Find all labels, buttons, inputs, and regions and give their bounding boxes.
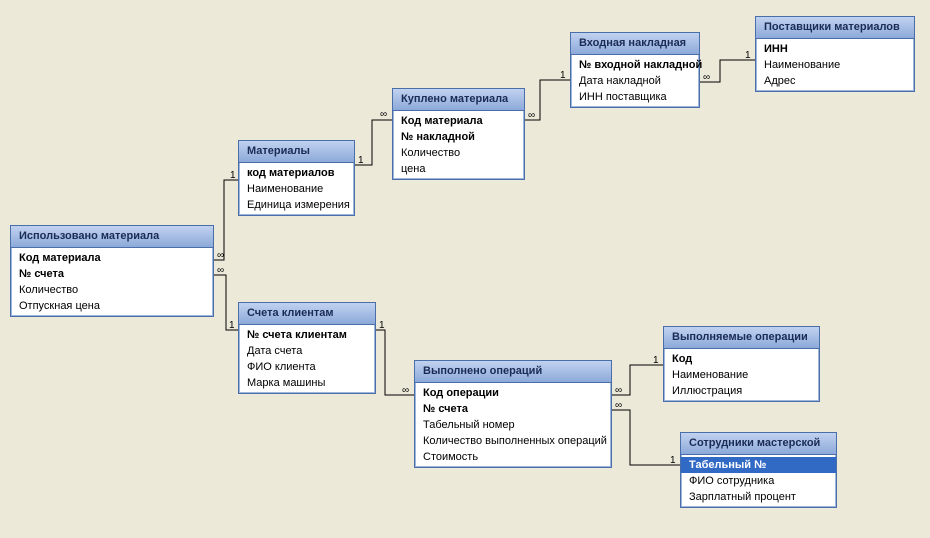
table-row[interactable]: код материалов xyxy=(239,165,354,181)
table-row[interactable]: Дата накладной xyxy=(571,73,699,89)
table-row[interactable]: Стоимость xyxy=(415,449,611,465)
table-incoming-invoice[interactable]: Входная накладная № входной накладной Да… xyxy=(570,32,700,108)
table-row[interactable]: Код xyxy=(664,351,819,367)
table-row[interactable]: № счета xyxy=(11,266,213,282)
table-title: Выполняемые операции xyxy=(664,327,819,349)
table-title: Входная накладная xyxy=(571,33,699,55)
table-used-material[interactable]: Использовано материала Код материала № с… xyxy=(10,225,214,317)
card-1: 1 xyxy=(745,50,751,61)
table-row[interactable]: Табельный номер xyxy=(415,417,611,433)
table-row[interactable]: Количество xyxy=(11,282,213,298)
table-row[interactable]: Количество xyxy=(393,145,524,161)
table-materials[interactable]: Материалы код материалов Наименование Ед… xyxy=(238,140,355,216)
table-row[interactable]: Иллюстрация xyxy=(664,383,819,399)
table-workshop-staff[interactable]: Сотрудники мастерской Табельный № ФИО со… xyxy=(680,432,837,508)
table-body: код материалов Наименование Единица изме… xyxy=(239,163,354,215)
table-performed-operations[interactable]: Выполнено операций Код операции № счета … xyxy=(414,360,612,468)
table-row[interactable]: Табельный № xyxy=(681,457,836,473)
card-1: 1 xyxy=(358,155,364,166)
table-row[interactable]: ФИО сотрудника xyxy=(681,473,836,489)
table-row[interactable]: Код материала xyxy=(11,250,213,266)
table-body: Код операции № счета Табельный номер Кол… xyxy=(415,383,611,467)
table-title: Куплено материала xyxy=(393,89,524,111)
table-row[interactable]: цена xyxy=(393,161,524,177)
table-row[interactable]: Код материала xyxy=(393,113,524,129)
table-title: Выполнено операций xyxy=(415,361,611,383)
table-row[interactable]: Адрес xyxy=(756,73,914,89)
card-inf: ∞ xyxy=(217,265,224,276)
card-inf: ∞ xyxy=(615,400,622,411)
table-row[interactable]: Наименование xyxy=(239,181,354,197)
table-title: Поставщики материалов xyxy=(756,17,914,39)
table-suppliers[interactable]: Поставщики материалов ИНН Наименование А… xyxy=(755,16,915,92)
card-inf: ∞ xyxy=(615,385,622,396)
table-row[interactable]: ИНН поставщика xyxy=(571,89,699,105)
table-body: № счета клиентам Дата счета ФИО клиента … xyxy=(239,325,375,393)
table-bought-material[interactable]: Куплено материала Код материала № наклад… xyxy=(392,88,525,180)
table-row[interactable]: Единица измерения xyxy=(239,197,354,213)
card-1: 1 xyxy=(230,170,236,181)
table-body: Табельный № ФИО сотрудника Зарплатный пр… xyxy=(681,455,836,507)
table-client-accounts[interactable]: Счета клиентам № счета клиентам Дата сче… xyxy=(238,302,376,394)
table-body: Код материала № накладной Количество цен… xyxy=(393,111,524,179)
table-row[interactable]: Дата счета xyxy=(239,343,375,359)
table-row[interactable]: № накладной xyxy=(393,129,524,145)
table-row[interactable]: № входной накладной xyxy=(571,57,699,73)
table-title: Счета клиентам xyxy=(239,303,375,325)
table-row[interactable]: ИНН xyxy=(756,41,914,57)
table-row[interactable]: № счета xyxy=(415,401,611,417)
card-inf: ∞ xyxy=(703,72,710,83)
card-1: 1 xyxy=(670,455,676,466)
card-inf: ∞ xyxy=(402,385,409,396)
table-operations-list[interactable]: Выполняемые операции Код Наименование Ил… xyxy=(663,326,820,402)
table-body: № входной накладной Дата накладной ИНН п… xyxy=(571,55,699,107)
table-body: ИНН Наименование Адрес xyxy=(756,39,914,91)
table-row[interactable]: Наименование xyxy=(756,57,914,73)
card-1: 1 xyxy=(560,70,566,81)
table-title: Сотрудники мастерской xyxy=(681,433,836,455)
table-title: Материалы xyxy=(239,141,354,163)
table-body: Код материала № счета Количество Отпускн… xyxy=(11,248,213,316)
card-inf: ∞ xyxy=(217,250,224,261)
card-inf: ∞ xyxy=(528,110,535,121)
table-row[interactable]: ФИО клиента xyxy=(239,359,375,375)
table-row[interactable]: Отпускная цена xyxy=(11,298,213,314)
table-row[interactable]: Зарплатный процент xyxy=(681,489,836,505)
table-row[interactable]: Количество выполненных операций xyxy=(415,433,611,449)
table-row[interactable]: Наименование xyxy=(664,367,819,383)
card-1: 1 xyxy=(379,320,385,331)
card-inf: ∞ xyxy=(380,109,387,120)
card-1: 1 xyxy=(653,355,659,366)
table-row[interactable]: Марка машины xyxy=(239,375,375,391)
table-title: Использовано материала xyxy=(11,226,213,248)
table-body: Код Наименование Иллюстрация xyxy=(664,349,819,401)
table-row[interactable]: № счета клиентам xyxy=(239,327,375,343)
table-row[interactable]: Код операции xyxy=(415,385,611,401)
card-1: 1 xyxy=(229,320,235,331)
diagram-canvas[interactable]: ∞ 1 1 ∞ ∞ 1 ∞ 1 ∞ 1 1 ∞ ∞ 1 ∞ 1 Использо… xyxy=(0,0,930,538)
